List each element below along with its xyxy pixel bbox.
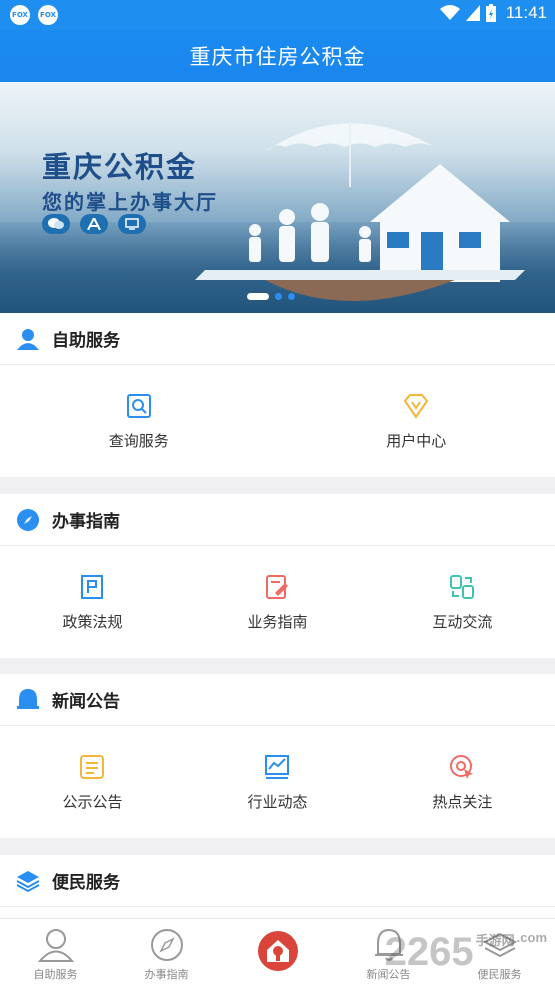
tab-guide[interactable]: 办事指南 xyxy=(111,919,222,988)
guide-grid: 政策法规 业务指南 互动交流 xyxy=(0,546,555,658)
flag-doc-icon xyxy=(81,574,104,599)
bell-icon xyxy=(16,688,40,712)
title-bar: 重庆市住房公积金 xyxy=(0,30,555,82)
exchange-icon xyxy=(450,574,475,599)
target-icon xyxy=(450,754,474,779)
public-notice-button[interactable]: 公示公告 xyxy=(0,726,185,838)
carousel-indicator[interactable] xyxy=(247,293,295,300)
section-title: 新闻公告 xyxy=(52,692,120,712)
hot-topics-button[interactable]: 热点关注 xyxy=(370,726,555,838)
query-service-button[interactable]: 查询服务 xyxy=(0,365,278,477)
business-guide-label: 业务指南 xyxy=(247,612,308,631)
compass-outline-icon xyxy=(150,929,183,961)
interaction-label: 互动交流 xyxy=(432,612,493,631)
status-bar: FOX FOX 11:41 xyxy=(0,0,555,30)
battery-icon xyxy=(485,4,496,22)
section-header: 便民服务 xyxy=(0,855,555,907)
industry-news-button[interactable]: 行业动态 xyxy=(185,726,370,838)
wifi-icon xyxy=(439,5,460,20)
public-notice-label: 公示公告 xyxy=(62,792,123,811)
user-center-button[interactable]: 用户中心 xyxy=(278,365,555,477)
platform-icons xyxy=(42,214,146,234)
section-header: 新闻公告 xyxy=(0,674,555,726)
fox-app-icon: FOX xyxy=(10,5,30,25)
banner-carousel[interactable]: 重庆公积金 您的掌上办事大厅 xyxy=(0,82,555,313)
policy-label: 政策法规 xyxy=(62,612,123,631)
service-grid: 查询服务 用户中心 xyxy=(0,365,555,477)
watermark-text: 2265 xyxy=(384,930,474,974)
house-umbrella-illustration xyxy=(195,122,525,301)
home-lock-icon xyxy=(257,930,298,971)
page-title: 重庆市住房公积金 xyxy=(189,45,366,69)
app-store-icon xyxy=(80,214,108,234)
tab-label: 办事指南 xyxy=(144,968,189,981)
layers-icon xyxy=(16,869,40,893)
user-center-label: 用户中心 xyxy=(386,431,447,450)
compass-icon xyxy=(16,508,40,532)
carousel-dot-3[interactable] xyxy=(288,293,295,300)
banner-title: 重庆公积金 xyxy=(42,150,198,184)
person-outline-icon xyxy=(37,929,74,962)
tab-label: 自助服务 xyxy=(33,968,78,981)
edit-doc-icon xyxy=(266,574,289,599)
wechat-icon xyxy=(42,214,70,234)
query-service-label: 查询服务 xyxy=(108,431,169,450)
section-news: 新闻公告 公示公告 行业动态 热点关注 xyxy=(0,674,555,838)
tab-home[interactable] xyxy=(222,919,333,988)
fox-app-icon-2: FOX xyxy=(38,5,58,25)
section-self-service: 自助服务 查询服务 用户中心 xyxy=(0,313,555,477)
interaction-button[interactable]: 互动交流 xyxy=(370,546,555,658)
signal-icon xyxy=(465,5,480,21)
tab-self-service[interactable]: 自助服务 xyxy=(0,919,111,988)
carousel-dot-1[interactable] xyxy=(247,293,269,300)
carousel-dot-2[interactable] xyxy=(275,293,282,300)
watermark: 2265 手游网 .com xyxy=(385,930,547,975)
banner-subtitle: 您的掌上办事大厅 xyxy=(42,190,218,214)
watermark-domain: .com xyxy=(516,930,547,945)
industry-news-label: 行业动态 xyxy=(247,792,308,811)
section-convenience: 便民服务 xyxy=(0,855,555,918)
section-guide: 办事指南 政策法规 业务指南 互动交流 xyxy=(0,494,555,658)
section-header: 办事指南 xyxy=(0,494,555,546)
diamond-icon xyxy=(403,393,429,419)
desktop-icon xyxy=(118,214,146,234)
news-grid: 公示公告 行业动态 热点关注 xyxy=(0,726,555,838)
section-title: 便民服务 xyxy=(52,873,120,893)
search-doc-icon xyxy=(126,393,151,418)
person-icon xyxy=(16,327,40,351)
policy-button[interactable]: 政策法规 xyxy=(0,546,185,658)
hot-topics-label: 热点关注 xyxy=(432,792,493,811)
watermark-suffix: 手游网 xyxy=(475,933,515,948)
section-header: 自助服务 xyxy=(0,313,555,365)
trend-icon xyxy=(265,754,290,779)
clock: 11:41 xyxy=(505,3,547,22)
notice-icon xyxy=(80,754,105,779)
section-title: 自助服务 xyxy=(52,331,120,351)
business-guide-button[interactable]: 业务指南 xyxy=(185,546,370,658)
section-title: 办事指南 xyxy=(52,512,120,532)
